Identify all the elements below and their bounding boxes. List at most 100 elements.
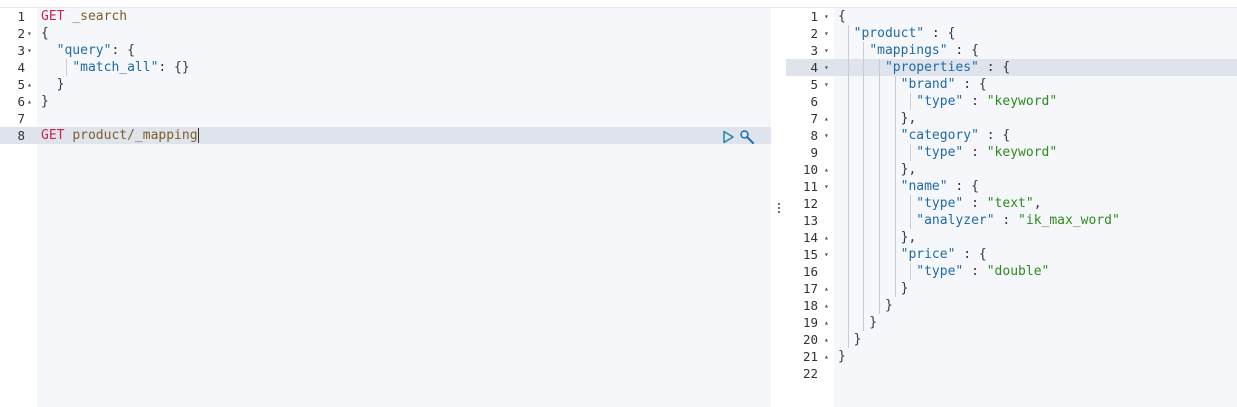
line-number: 6 ▴ <box>0 93 37 110</box>
code-token: { <box>838 9 846 24</box>
code-token: "brand" <box>900 77 956 92</box>
fold-expanded-icon[interactable]: ▾ <box>824 42 829 59</box>
fold-collapse-icon[interactable]: ▴ <box>824 314 829 331</box>
code-line[interactable] <box>834 365 1237 382</box>
line-number: 8 <box>0 127 37 144</box>
line-number-text: 2 <box>810 26 818 41</box>
indent-guide <box>910 195 912 229</box>
line-number: 22 <box>786 365 834 382</box>
line-number-text: 18 <box>802 298 818 313</box>
line-number-text: 14 <box>802 230 818 245</box>
request-gutter: 1 2 ▾ 3 ▾ 4 5 ▴ 6 ▴ 7 8 <box>0 8 38 407</box>
line-number: 3 ▾ <box>786 42 834 59</box>
fold-expanded-icon[interactable]: ▾ <box>824 178 829 195</box>
fold-expanded-icon[interactable]: ▾ <box>27 25 32 42</box>
fold-expanded-icon[interactable]: ▾ <box>824 127 829 144</box>
code-token: : <box>963 94 987 109</box>
code-line[interactable]: { <box>834 8 1237 25</box>
line-number-text: 6 <box>17 94 25 109</box>
code-line[interactable]: } <box>834 297 1237 314</box>
line-number: 7 ▴ <box>786 110 834 127</box>
code-token: } <box>41 94 49 109</box>
code-line[interactable]: } <box>834 331 1237 348</box>
code-token: : { <box>978 60 1011 75</box>
fold-collapse-icon[interactable]: ▴ <box>27 76 32 93</box>
code-line[interactable]: "product" : { <box>834 25 1237 42</box>
line-number-text: 13 <box>802 213 818 228</box>
code-token: GET <box>41 9 65 24</box>
code-token: : <box>994 213 1019 228</box>
line-number-text: 22 <box>802 366 818 381</box>
line-number: 21 ▴ <box>786 348 834 365</box>
line-number: 17 ▴ <box>786 280 834 297</box>
code-line[interactable]: GET _search <box>37 8 771 25</box>
fold-collapse-icon[interactable]: ▴ <box>824 297 829 314</box>
line-number: 4 <box>0 59 37 76</box>
code-line[interactable]: "match_all": {} <box>37 59 771 76</box>
code-token: : <box>963 264 987 279</box>
line-number-text: 2 <box>17 26 25 41</box>
code-line[interactable]: { <box>37 25 771 42</box>
request-editor[interactable]: GET _search{ "query": { "match_all": {} … <box>37 8 771 407</box>
fold-collapse-icon[interactable]: ▴ <box>824 229 829 246</box>
fold-expanded-icon[interactable]: ▾ <box>824 76 829 93</box>
code-token: : { <box>978 128 1011 143</box>
line-number: 7 <box>0 110 37 127</box>
text-cursor <box>197 128 199 143</box>
line-number-text: 4 <box>810 60 818 75</box>
line-number: 11 ▾ <box>786 178 834 195</box>
code-line[interactable] <box>37 110 771 127</box>
fold-collapse-icon[interactable]: ▴ <box>824 331 829 348</box>
play-icon[interactable] <box>721 130 735 144</box>
code-line[interactable]: } <box>37 76 771 93</box>
line-number-text: 5 <box>810 77 818 92</box>
fold-expanded-icon[interactable]: ▾ <box>27 42 32 59</box>
fold-collapse-icon[interactable]: ▴ <box>824 110 829 127</box>
line-number-text: 21 <box>802 349 818 364</box>
code-token: "type" <box>916 264 964 279</box>
code-line[interactable]: GET product/_mapping <box>37 127 771 144</box>
fold-collapse-icon[interactable]: ▴ <box>27 93 32 110</box>
line-number-text: 15 <box>802 247 818 262</box>
code-token: "type" <box>916 94 964 109</box>
fold-collapse-icon[interactable]: ▴ <box>824 161 829 178</box>
wrench-icon[interactable] <box>739 129 755 145</box>
code-token: "keyword" <box>986 145 1058 160</box>
fold-collapse-icon[interactable]: ▴ <box>824 348 829 365</box>
line-number: 1 <box>0 8 37 25</box>
line-number: 9 <box>786 144 834 161</box>
code-token: } <box>838 315 878 330</box>
code-token: "double" <box>986 264 1050 279</box>
fold-expanded-icon[interactable]: ▾ <box>824 246 829 263</box>
code-line[interactable]: "properties" : { <box>834 59 1237 76</box>
line-number: 8 ▾ <box>786 127 834 144</box>
line-number-text: 17 <box>802 281 818 296</box>
line-number: 20 ▴ <box>786 331 834 348</box>
line-number: 2 ▾ <box>0 25 37 42</box>
code-line[interactable]: "query": { <box>37 42 771 59</box>
line-number: 15 ▾ <box>786 246 834 263</box>
pane-splitter[interactable] <box>771 8 786 407</box>
fold-expanded-icon[interactable]: ▾ <box>824 8 829 25</box>
code-token: "ik_max_word" <box>1018 213 1120 228</box>
line-number: 3 ▾ <box>0 42 37 59</box>
indent-guide <box>910 93 912 110</box>
code-line[interactable]: } <box>834 314 1237 331</box>
code-line[interactable]: } <box>834 348 1237 365</box>
line-number-text: 11 <box>802 179 818 194</box>
fold-expanded-icon[interactable]: ▾ <box>824 59 829 76</box>
code-token: "query" <box>56 43 112 58</box>
code-token: : { <box>955 247 987 262</box>
code-token: product/_mapping <box>72 128 198 143</box>
code-token: : {} <box>158 60 190 75</box>
vertical-dots-icon <box>777 202 780 213</box>
code-line[interactable]: "mappings" : { <box>834 42 1237 59</box>
fold-expanded-icon[interactable]: ▾ <box>824 25 829 42</box>
code-line[interactable]: } <box>37 93 771 110</box>
fold-collapse-icon[interactable]: ▴ <box>824 280 829 297</box>
response-editor[interactable]: { "product" : { "mappings" : { "properti… <box>834 8 1237 407</box>
line-number-text: 8 <box>17 128 25 143</box>
code-token: { <box>41 26 49 41</box>
